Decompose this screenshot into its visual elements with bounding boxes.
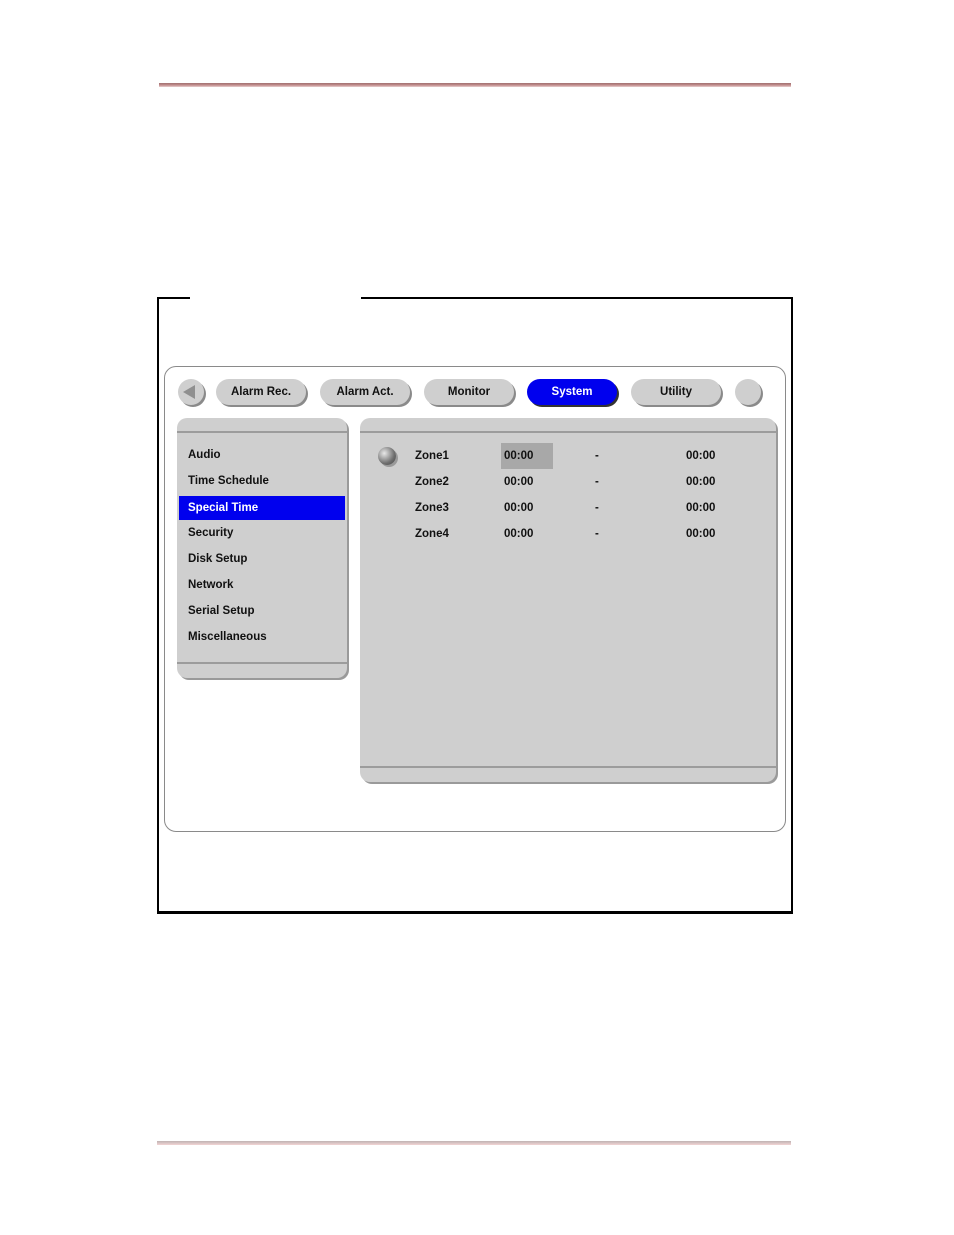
zone-separator: - [595, 528, 599, 540]
zone-separator: - [595, 450, 599, 462]
zone3-end-time[interactable]: 00:00 [686, 495, 715, 521]
menu-item-miscellaneous[interactable]: Miscellaneous [179, 625, 345, 649]
zone3-start-time[interactable]: 00:00 [504, 495, 533, 521]
panel-divider [177, 662, 347, 664]
left-arrow-icon [183, 385, 195, 399]
menu-item-audio[interactable]: Audio [179, 443, 345, 467]
back-button[interactable] [178, 379, 204, 405]
zone1-end-time[interactable]: 00:00 [686, 443, 715, 469]
page-header-rule [159, 83, 791, 87]
tab-system[interactable]: System [527, 379, 617, 405]
menu-item-network[interactable]: Network [179, 573, 345, 597]
selection-cursor-icon [378, 447, 396, 465]
zone-label: Zone4 [415, 528, 449, 540]
tab-monitor[interactable]: Monitor [424, 379, 514, 405]
zone2-start-time[interactable]: 00:00 [504, 469, 533, 495]
tab-alarm-rec[interactable]: Alarm Rec. [216, 379, 306, 405]
system-menu-panel: Audio Time Schedule Special Time Securit… [177, 418, 347, 678]
tab-alarm-act[interactable]: Alarm Act. [320, 379, 410, 405]
zone-label: Zone1 [415, 450, 449, 462]
figure-frame-top-right [361, 297, 793, 299]
zone4-start-time[interactable]: 00:00 [504, 521, 533, 547]
figure-frame-top-left [157, 297, 190, 299]
panel-divider [360, 431, 776, 433]
page-footer-rule [157, 1141, 791, 1145]
menu-item-serial-setup[interactable]: Serial Setup [179, 599, 345, 623]
menu-item-time-schedule[interactable]: Time Schedule [179, 469, 345, 493]
zone4-end-time[interactable]: 00:00 [686, 521, 715, 547]
zone-separator: - [595, 502, 599, 514]
forward-button[interactable] [735, 379, 761, 405]
zone-separator: - [595, 476, 599, 488]
panel-divider [177, 431, 347, 433]
panel-divider [360, 766, 776, 768]
zone2-end-time[interactable]: 00:00 [686, 469, 715, 495]
tab-utility[interactable]: Utility [631, 379, 721, 405]
menu-item-security[interactable]: Security [179, 521, 345, 545]
zone1-start-time[interactable]: 00:00 [501, 443, 553, 469]
menu-item-disk-setup[interactable]: Disk Setup [179, 547, 345, 571]
menu-item-special-time[interactable]: Special Time [179, 496, 345, 520]
zone-label: Zone2 [415, 476, 449, 488]
zone-label: Zone3 [415, 502, 449, 514]
